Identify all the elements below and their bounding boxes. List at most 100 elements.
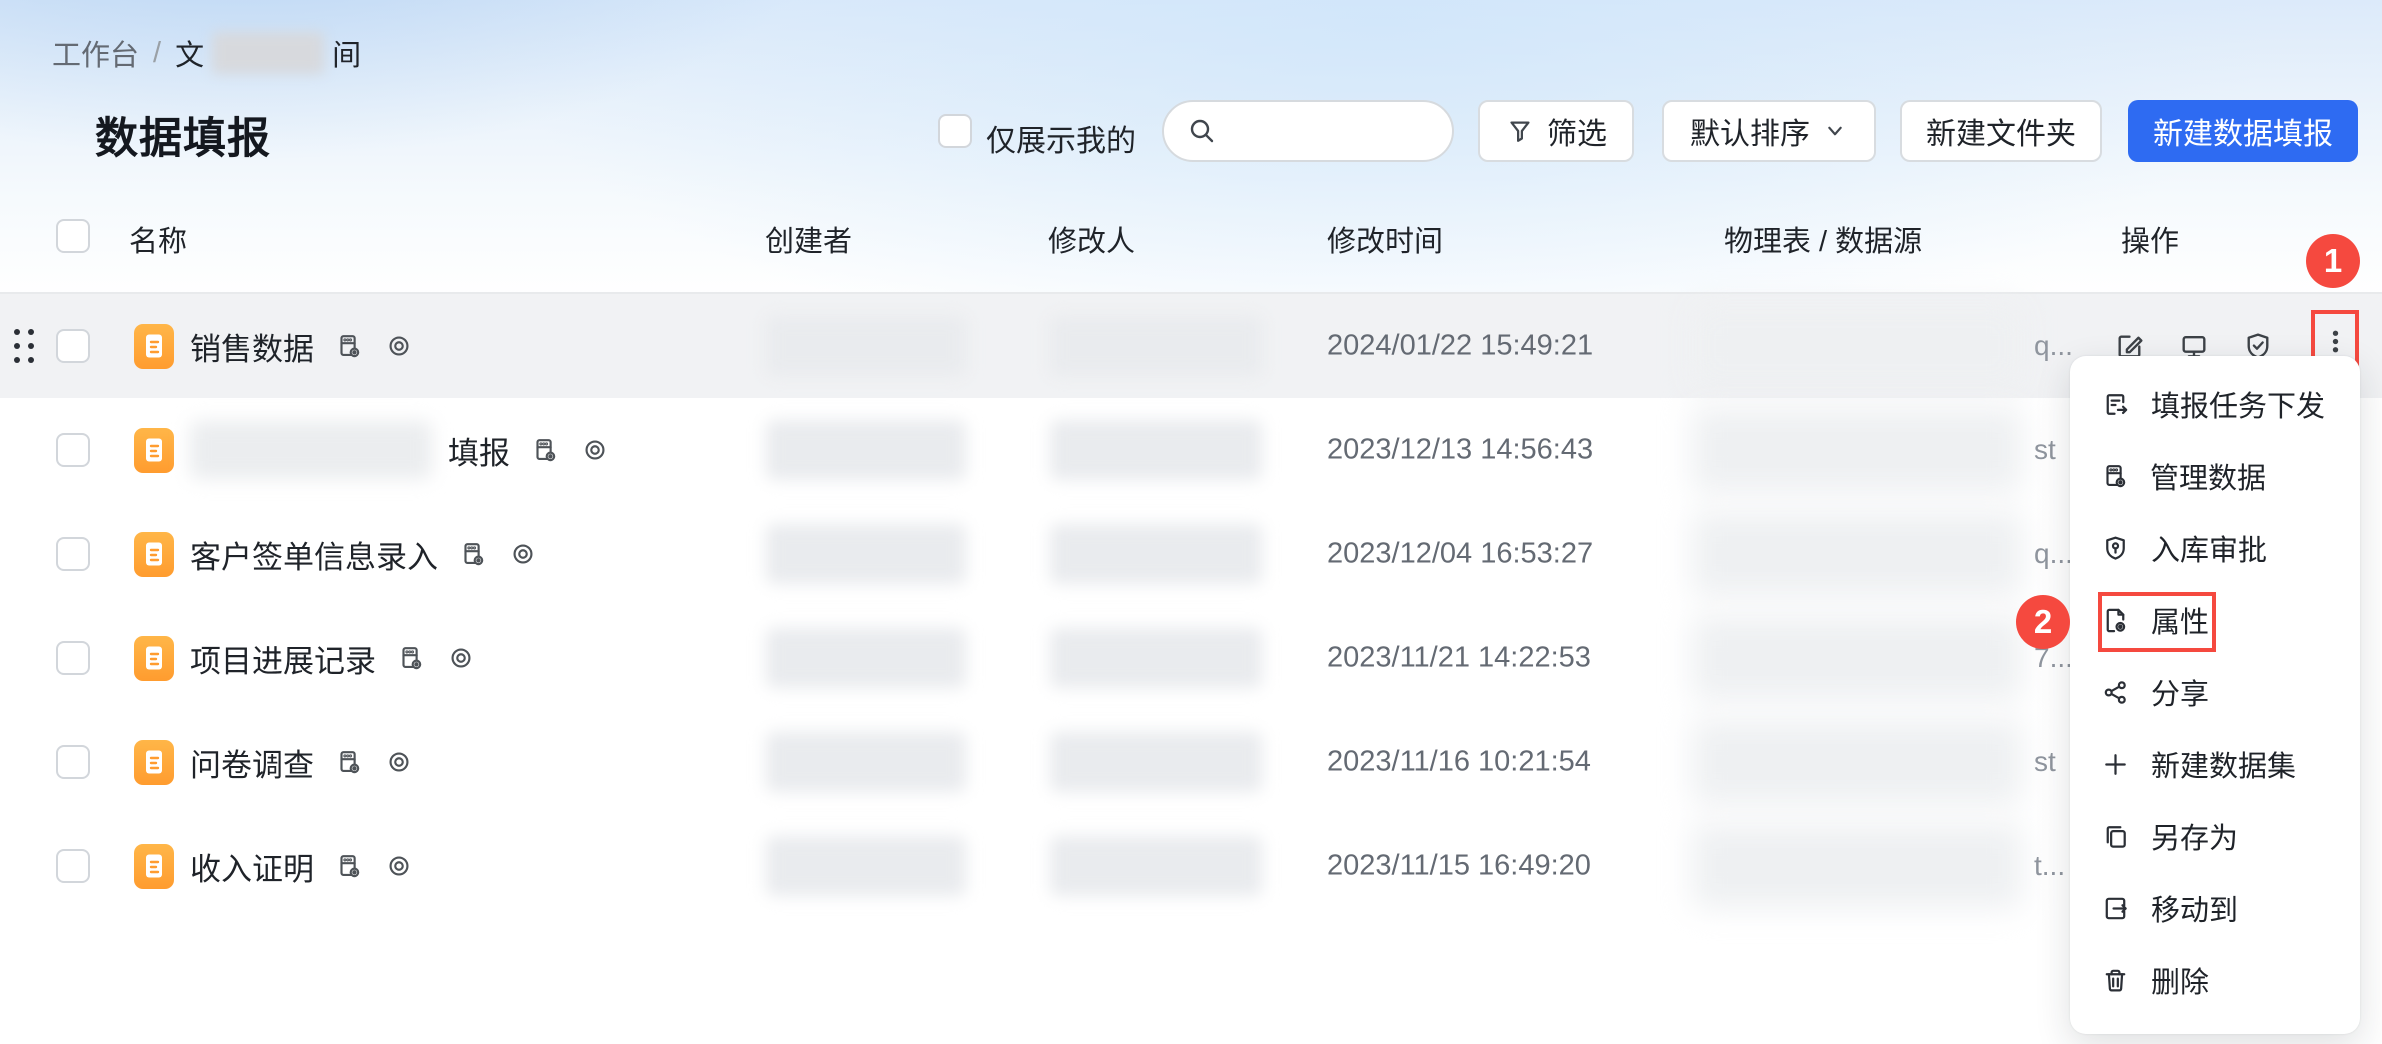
- breadcrumb-current-suffix: 间: [332, 40, 362, 72]
- task-send-icon: [2100, 389, 2131, 420]
- select-all-checkbox[interactable]: [56, 219, 90, 253]
- redacted-breadcrumb-text: [212, 32, 325, 74]
- physical-source-hint: st: [2034, 746, 2056, 777]
- db-manage-icon: [2100, 461, 2130, 491]
- redacted-physical-source: [1692, 616, 2022, 700]
- drag-handle-icon[interactable]: [14, 329, 34, 363]
- table-row[interactable]: 填报 2023/12/13 14:56:43 st: [0, 398, 2382, 502]
- redacted-creator: [766, 732, 966, 792]
- funnel-icon: [1505, 116, 1535, 146]
- row-name[interactable]: 问卷调查: [190, 740, 314, 785]
- eye-icon[interactable]: [384, 331, 414, 361]
- modified-time: 2023/11/16 10:21:54: [1327, 745, 1591, 778]
- row-checkbox[interactable]: [56, 745, 90, 779]
- modified-time: 2023/11/21 14:22:53: [1327, 641, 1591, 674]
- menu-item-9[interactable]: 删除: [2070, 944, 2360, 1016]
- table-row[interactable]: 问卷调查 2023/11/16 10:21:54 st: [0, 710, 2382, 814]
- data-entry-doc-icon: [134, 323, 174, 369]
- data-entry-page: 工作台 / 文 间 数据填报 仅展示我的 筛选 默认排序 新建文件夹 新建数据填…: [0, 0, 2382, 1044]
- menu-item-2[interactable]: 管理数据: [2070, 440, 2360, 512]
- menu-item-label: 入库审批: [2151, 535, 2268, 567]
- redacted-modifier: [1050, 420, 1262, 480]
- physical-source-hint: q...: [2034, 538, 2073, 569]
- header-creator: 创建者: [765, 226, 853, 258]
- row-checkbox[interactable]: [56, 329, 90, 363]
- table-row[interactable]: 客户签单信息录入 2023/12/04 16:53:27 q...: [0, 502, 2382, 606]
- menu-item-label: 填报任务下发: [2151, 391, 2326, 423]
- modified-time: 2024/01/22 15:49:21: [1327, 329, 1594, 362]
- data-entry-doc-icon: [134, 635, 174, 681]
- eye-icon[interactable]: [446, 643, 476, 673]
- menu-item-5[interactable]: 分享: [2070, 656, 2360, 728]
- redacted-physical-source: [1692, 408, 2022, 492]
- menu-item-label: 新建数据集: [2151, 751, 2297, 783]
- row-name[interactable]: 客户签单信息录入: [190, 532, 438, 577]
- row-checkbox[interactable]: [56, 641, 90, 675]
- eye-icon[interactable]: [580, 435, 610, 465]
- row-name[interactable]: 项目进展记录: [190, 636, 376, 681]
- menu-item-6[interactable]: 新建数据集: [2070, 728, 2360, 800]
- table-row[interactable]: 收入证明 2023/11/15 16:49:20 t...: [0, 814, 2382, 918]
- share-icon: [2100, 677, 2131, 708]
- menu-item-3[interactable]: 入库审批: [2070, 512, 2360, 584]
- eye-icon[interactable]: [384, 747, 414, 777]
- only-mine-label[interactable]: 仅展示我的: [986, 116, 1136, 160]
- table-header: 名称 创建者 修改人 修改时间 物理表 / 数据源 操作: [0, 214, 2382, 264]
- sort-button[interactable]: 默认排序: [1662, 100, 1876, 162]
- db-manage-icon[interactable]: [334, 851, 364, 881]
- row-checkbox[interactable]: [56, 537, 90, 571]
- menu-item-label: 分享: [2151, 679, 2210, 711]
- menu-item-label: 删除: [2151, 967, 2210, 999]
- menu-item-8[interactable]: 移动到: [2070, 872, 2360, 944]
- row-name[interactable]: 收入证明: [190, 844, 314, 889]
- plus-icon: [2100, 749, 2131, 780]
- header-actions: 操作: [2121, 226, 2180, 258]
- new-folder-button[interactable]: 新建文件夹: [1900, 100, 2102, 162]
- header-physical-source: 物理表 / 数据源: [1724, 226, 1923, 258]
- search-box[interactable]: [1162, 100, 1454, 162]
- eye-icon[interactable]: [508, 539, 538, 569]
- row-name[interactable]: 销售数据: [190, 324, 314, 369]
- modified-time: 2023/11/15 16:49:20: [1327, 849, 1591, 882]
- data-entry-doc-icon: [134, 739, 174, 785]
- db-manage-icon[interactable]: [396, 643, 426, 673]
- redacted-modifier: [1050, 524, 1262, 584]
- table-row[interactable]: 销售数据 2024/01/22 15:49:21 q...: [0, 294, 2382, 398]
- search-input[interactable]: [1218, 114, 1422, 148]
- context-menu-list: 填报任务下发 管理数据 入库审批 属性 分享 新建数据集 另存为 移动到 删除: [2070, 368, 2360, 1016]
- annotation-box-properties: [2098, 592, 2216, 652]
- row-context-menu: 填报任务下发 管理数据 入库审批 属性 分享 新建数据集 另存为 移动到 删除: [2070, 356, 2360, 1034]
- menu-item-1[interactable]: 填报任务下发: [2070, 368, 2360, 440]
- page-title: 数据填报: [95, 115, 271, 163]
- filter-label: 筛选: [1547, 118, 1607, 151]
- db-manage-icon[interactable]: [458, 539, 488, 569]
- data-entry-doc-icon: [134, 843, 174, 889]
- modified-time: 2023/12/04 16:53:27: [1327, 537, 1594, 570]
- shield-key-icon: [2100, 533, 2131, 564]
- row-name[interactable]: 填报: [448, 428, 510, 473]
- menu-item-7[interactable]: 另存为: [2070, 800, 2360, 872]
- eye-icon[interactable]: [384, 851, 414, 881]
- physical-source-hint: t...: [2034, 850, 2066, 881]
- breadcrumb: 工作台 / 文 间: [52, 32, 361, 74]
- db-manage-icon[interactable]: [334, 331, 364, 361]
- physical-source-hint: st: [2034, 434, 2056, 465]
- annotation-badge-2: 2: [2016, 595, 2070, 649]
- search-icon: [1186, 115, 1218, 147]
- redacted-physical-source: [1692, 824, 2022, 908]
- breadcrumb-workbench[interactable]: 工作台: [52, 32, 139, 74]
- redacted-creator: [766, 316, 966, 376]
- redacted-physical-source: [1692, 512, 2022, 596]
- trash-icon: [2100, 965, 2131, 996]
- only-mine-checkbox[interactable]: [938, 114, 972, 148]
- row-checkbox[interactable]: [56, 433, 90, 467]
- new-data-entry-button[interactable]: 新建数据填报: [2128, 100, 2358, 162]
- breadcrumb-current[interactable]: 文 间: [175, 32, 361, 74]
- header-modifier: 修改人: [1048, 226, 1136, 258]
- db-manage-icon[interactable]: [334, 747, 364, 777]
- db-manage-icon[interactable]: [530, 435, 560, 465]
- row-checkbox[interactable]: [56, 849, 90, 883]
- redacted-modifier: [1050, 836, 1262, 896]
- filter-button[interactable]: 筛选: [1478, 100, 1634, 162]
- data-entry-doc-icon: [134, 427, 174, 473]
